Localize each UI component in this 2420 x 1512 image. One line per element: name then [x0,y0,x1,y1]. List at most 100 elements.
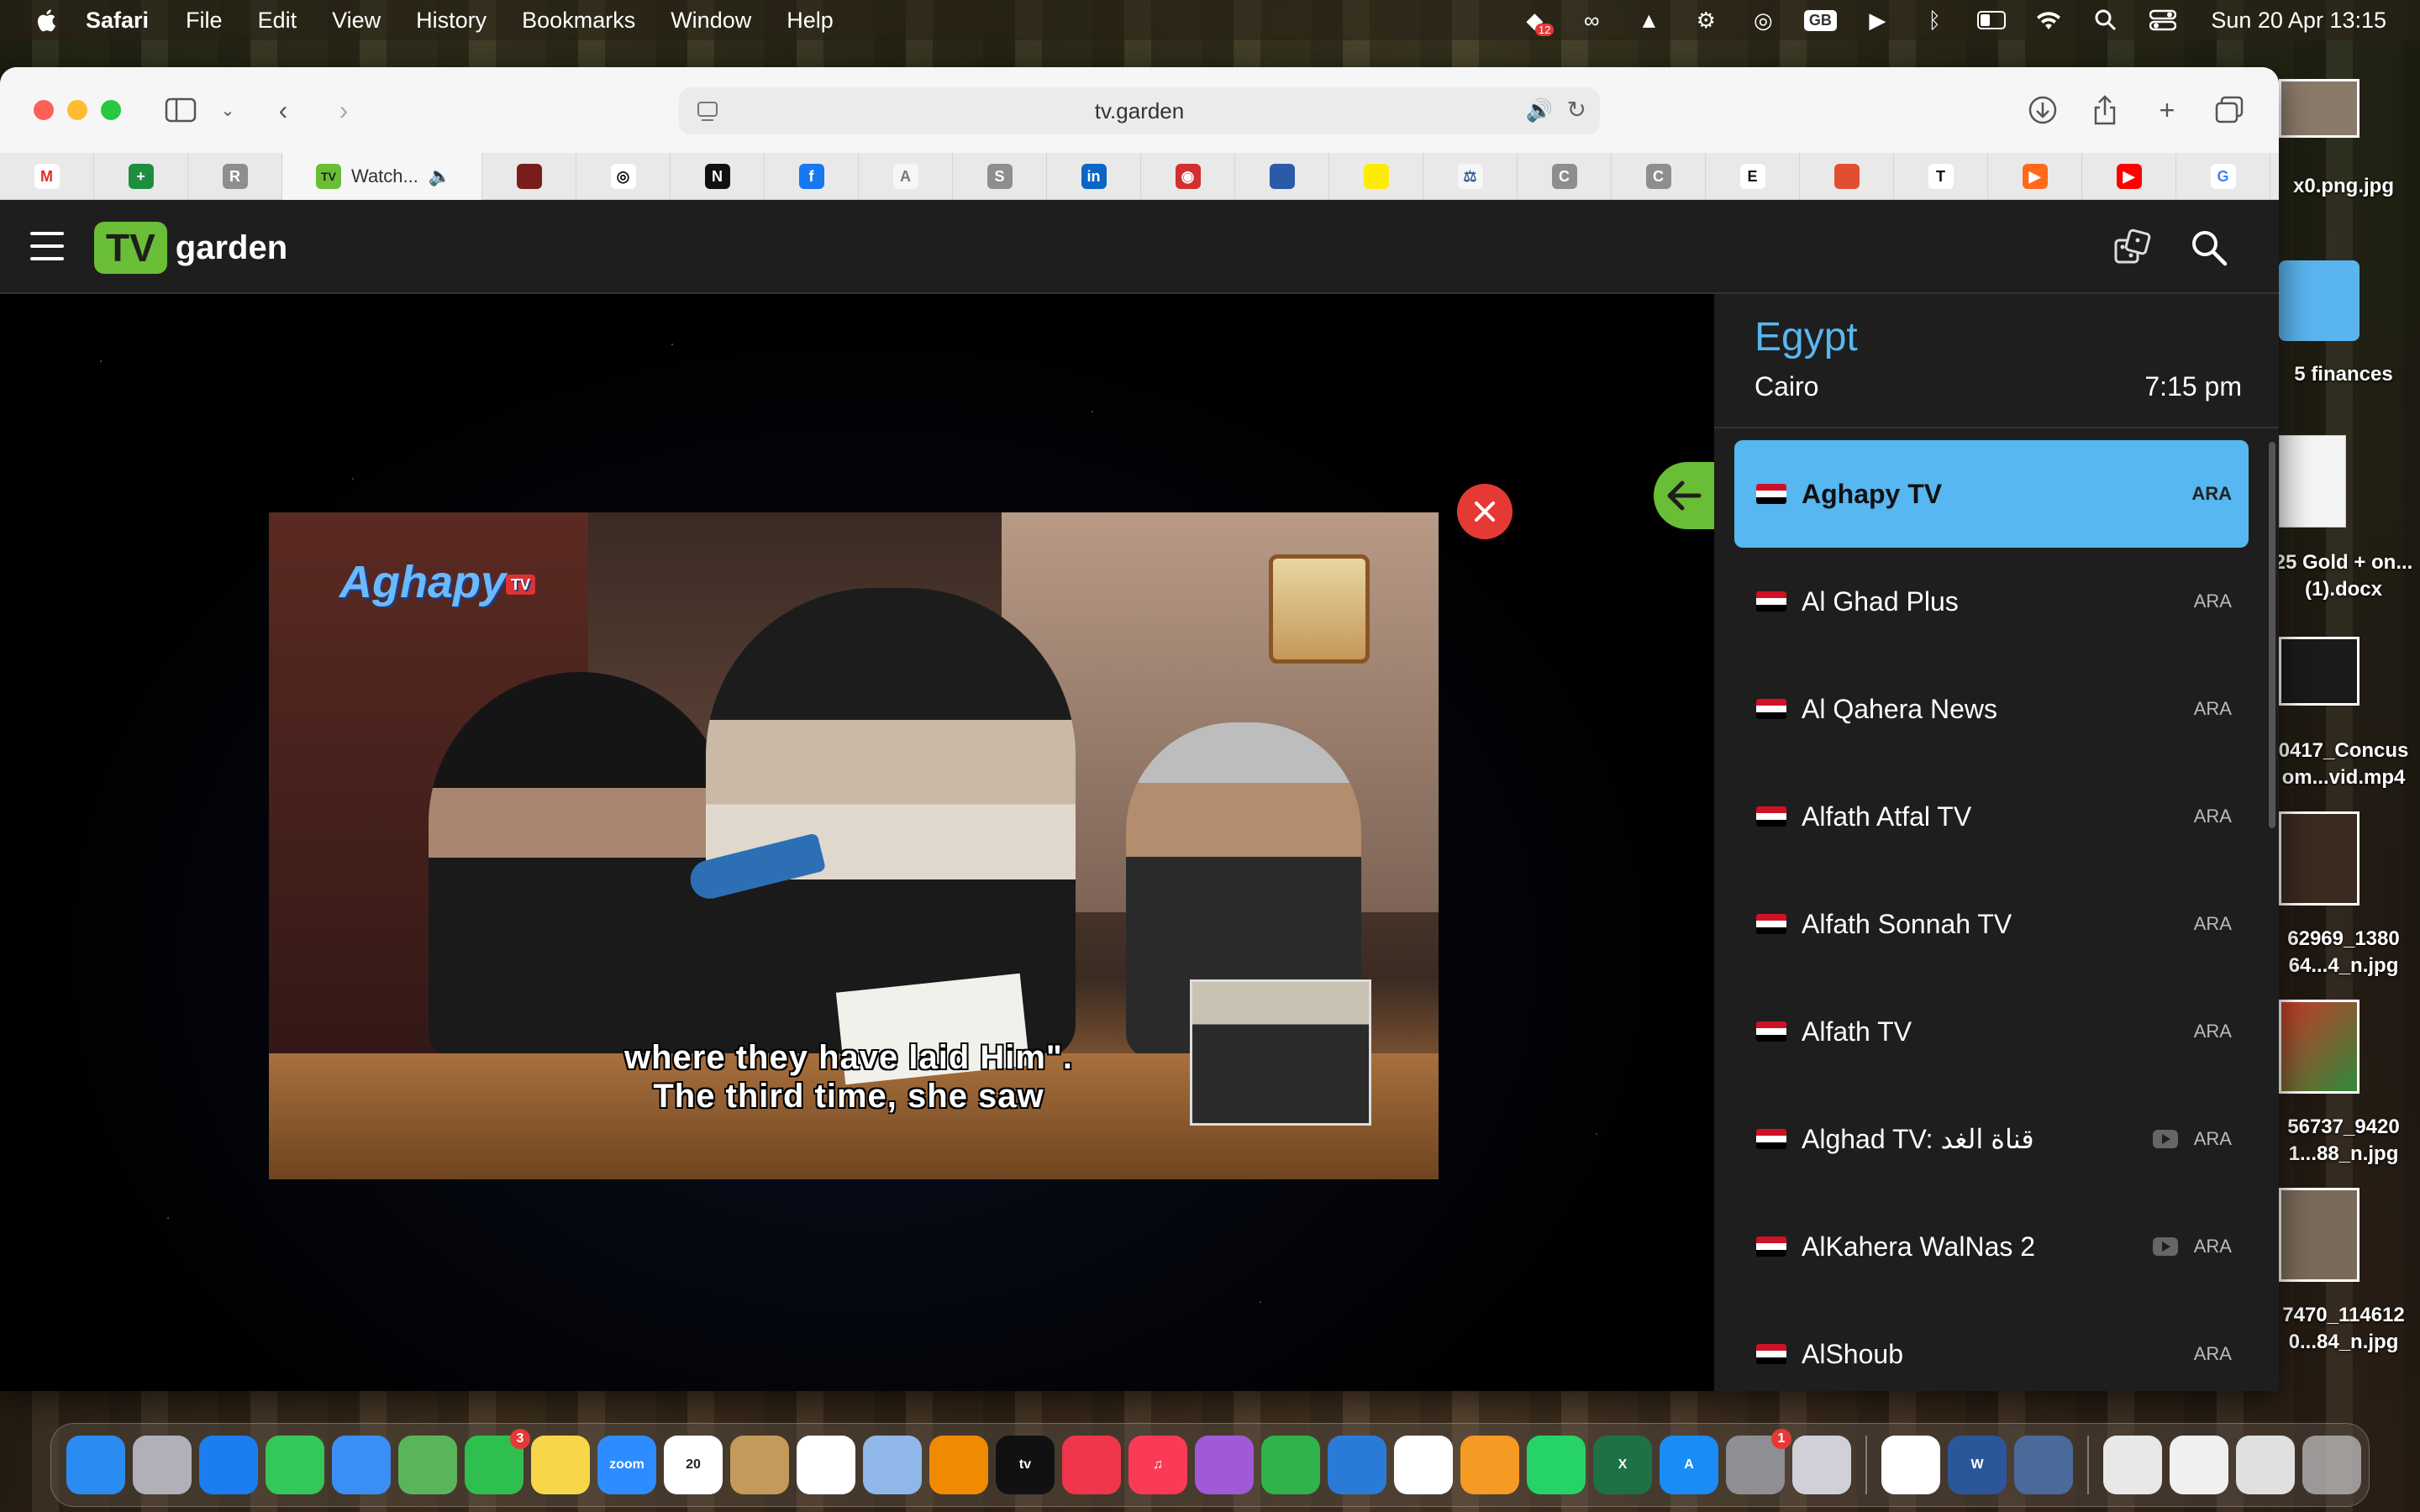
tab-instagram[interactable]: ◎ [576,153,671,200]
tab-r[interactable]: R [188,153,282,200]
menu-bookmarks[interactable]: Bookmarks [522,8,635,34]
sidebar-toggle-icon[interactable] [161,91,200,129]
menu-app-safari[interactable]: Safari [86,8,149,34]
menu-window[interactable]: Window [671,8,751,34]
tab-flag[interactable] [1800,153,1894,200]
dock-facetime-icon[interactable]: 3 [465,1429,530,1494]
dock-iphone-mirroring-icon[interactable] [1792,1436,1851,1494]
tab-youtube[interactable]: ▶ [2082,153,2176,200]
desktop-file-thumb[interactable] [2279,79,2360,138]
random-channel-dice-icon[interactable] [2112,228,2153,269]
battery-icon[interactable] [1977,8,2007,33]
dock-pages-icon[interactable] [1460,1436,1519,1494]
arrow-left-icon[interactable] [1654,462,1714,529]
tab-notion[interactable]: N [671,153,765,200]
dock-stack-thumbnail[interactable] [2236,1436,2295,1494]
speaker-icon[interactable]: 🔈 [429,165,451,187]
tab-active[interactable]: TV Watch... 🔈 [282,153,482,200]
hamburger-menu-icon[interactable] [30,232,64,260]
airdrop-icon[interactable]: ◎ [1749,8,1777,33]
dock-calendar-icon[interactable]: 20 [664,1436,723,1494]
tab-facebook[interactable]: f [765,153,859,200]
desktop-file-label[interactable]: 7470_114612 0...84_n.jpg [2272,1302,2415,1356]
dock-quicktime-icon[interactable] [2014,1436,2073,1494]
dock-app-store-icon[interactable]: A [1660,1436,1718,1494]
share-icon[interactable] [2086,91,2124,129]
tab-play[interactable]: ▶ [1988,153,2082,200]
minimize-window-button[interactable] [67,100,87,120]
dock-maps-icon[interactable] [398,1436,457,1494]
menu-history[interactable]: History [416,8,487,34]
creative-cloud-icon[interactable]: ∞ [1577,8,1606,33]
play-icon[interactable]: ▶ [1863,8,1891,33]
desktop-file-label[interactable]: 5 finances [2272,361,2415,388]
chevron-down-icon[interactable]: ⌄ [208,91,247,129]
dock-music-icon[interactable]: ♫ [1128,1436,1187,1494]
forward-icon[interactable]: › [324,91,363,129]
tab-yellow[interactable] [1329,153,1423,200]
dock-photos-icon[interactable] [1394,1436,1453,1494]
tab-scales[interactable]: ⚖ [1423,153,1518,200]
video-player[interactable]: Aghapy TV where they have laid Him". The … [269,512,1439,1179]
document-icon[interactable] [2279,435,2346,528]
dropbox-icon[interactable]: ◆ 12 [1520,8,1555,36]
spotlight-icon[interactable] [2091,8,2120,33]
tab-pattern[interactable] [1235,153,1329,200]
dock-launchpad-icon[interactable] [133,1436,192,1494]
dock-system-settings-icon[interactable]: 1 [1726,1429,1791,1494]
site-logo[interactable]: TV garden [94,222,287,274]
panel-scrollbar[interactable] [2269,442,2275,828]
country-name[interactable]: Egypt [1754,314,1858,360]
tab-google[interactable]: G [2176,153,2270,200]
control-center-icon[interactable] [2149,8,2177,33]
dock-chrome-icon[interactable] [1881,1436,1940,1494]
dock-apple-tv-icon[interactable]: tv [996,1436,1055,1494]
tab-gmail[interactable]: M [0,153,94,200]
desktop-file-label[interactable]: 0417_Concus om...vid.mp4 [2272,738,2415,791]
new-tab-icon[interactable]: + [2148,91,2186,129]
apple-menu-icon[interactable] [35,8,57,33]
menu-file[interactable]: File [186,8,223,34]
tab-e[interactable]: E [1706,153,1800,200]
dock-word-icon[interactable]: W [1948,1436,2007,1494]
tab-linkedin[interactable]: in [1047,153,1141,200]
dock-mail-icon[interactable] [332,1436,391,1494]
desktop-file-thumb[interactable] [2279,1188,2360,1282]
dock-messages-icon[interactable] [266,1436,324,1494]
tab-sheets[interactable]: + [94,153,188,200]
dock-stack-thumbnail[interactable] [2103,1436,2162,1494]
audio-playing-icon[interactable]: 🔊 [1526,97,1553,123]
desktop-file-label[interactable]: 62969_1380 64...4_n.jpg [2272,926,2415,979]
dock-notes-icon[interactable] [531,1436,590,1494]
channel-item[interactable]: AlShoub ARA [1734,1300,2249,1391]
menu-clock[interactable]: Sun 20 Apr 13:15 [2211,8,2386,34]
dock-news-icon[interactable] [1062,1436,1121,1494]
desktop-file-label[interactable]: 25 Gold + on...(1).docx [2272,549,2415,603]
reload-icon[interactable]: ↻ [1567,96,1586,123]
dock-preview-icon[interactable] [863,1436,922,1494]
dock-stack-thumbnail[interactable] [2170,1436,2228,1494]
tab-overview-icon[interactable] [2210,91,2249,129]
dock-numbers-icon[interactable] [1261,1436,1320,1494]
search-icon[interactable] [2190,228,2228,267]
channel-item[interactable]: Aghapy TV ARA [1734,440,2249,548]
desktop-file-thumb[interactable] [2279,811,2360,906]
desktop-file-label[interactable]: 56737_9420 1...88_n.jpg [2272,1114,2415,1168]
channel-item[interactable]: AlKahera WalNas 2 ARA [1734,1193,2249,1300]
bluetooth-icon[interactable]: ᛒ [1920,8,1949,33]
dock-podcasts-icon[interactable] [1195,1436,1254,1494]
desktop-file-thumb[interactable] [2279,1000,2360,1094]
tab-c2[interactable]: C [1612,153,1706,200]
wifi-icon[interactable] [2034,8,2063,33]
drive-icon[interactable]: ▲ [1634,8,1663,33]
menu-view[interactable]: View [332,8,381,34]
tab-nyt[interactable]: T [1894,153,1988,200]
dock-excel-icon[interactable]: X [1593,1436,1652,1494]
tab-a[interactable]: A [859,153,953,200]
address-bar[interactable]: tv.garden 🔊 ↻ [679,87,1600,134]
folder-icon[interactable] [2279,260,2360,341]
gear-icon[interactable]: ⚙ [1691,8,1720,33]
desktop-file-thumb[interactable] [2279,637,2360,706]
keyboard-input-icon[interactable]: GB [1803,8,1837,33]
dock-contacts-icon[interactable] [730,1436,789,1494]
